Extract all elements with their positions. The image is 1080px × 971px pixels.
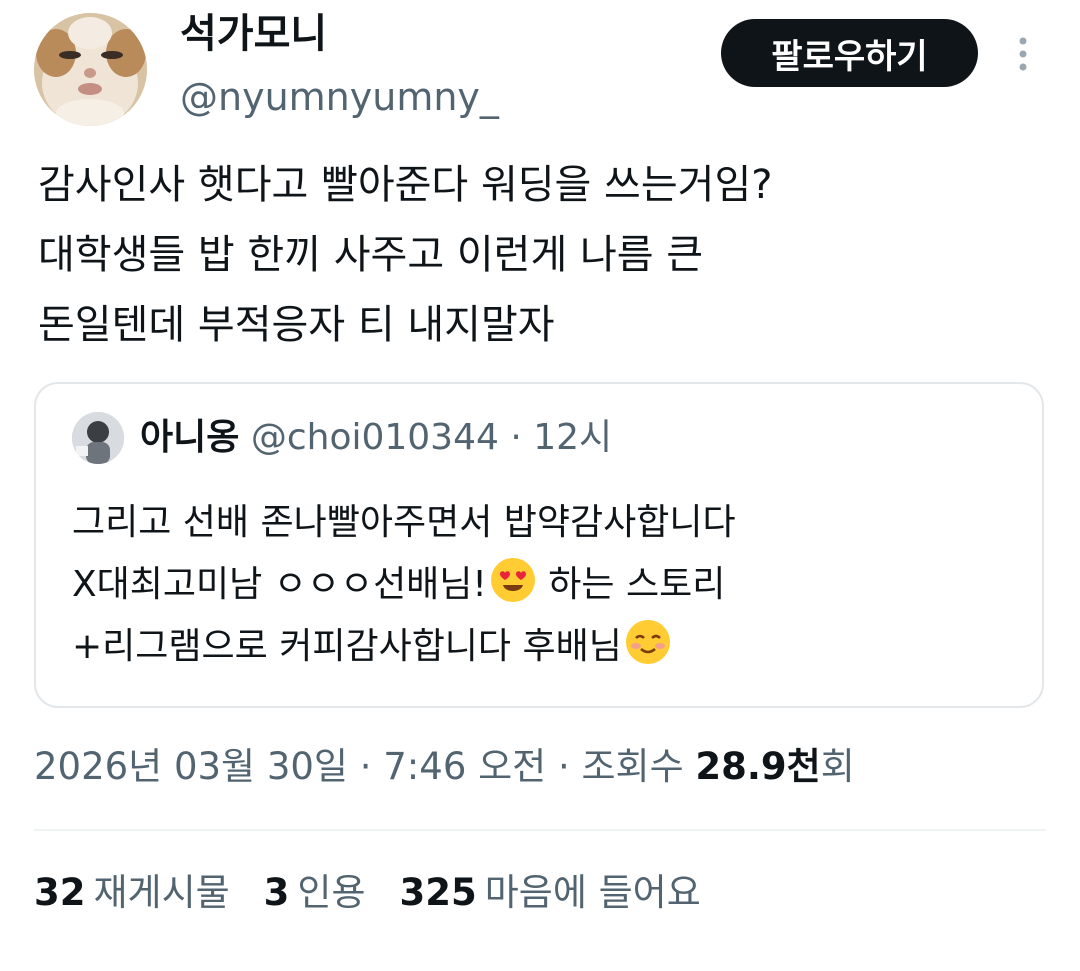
quotes-stat[interactable]: 3 인용 xyxy=(264,871,366,914)
views-label: 조회수 xyxy=(581,745,696,788)
views-suffix: 회 xyxy=(820,745,855,788)
tweet-line: 감사인사 햇다고 빨아준다 워딩을 쓰는거임? xyxy=(38,162,773,208)
quote-handle[interactable]: @choi010344 xyxy=(251,417,499,458)
heart-eyes-emoji xyxy=(490,558,535,602)
tweet-text: 감사인사 햇다고 빨아준다 워딩을 쓰는거임? 대학생들 밥 한끼 사주고 이런… xyxy=(38,150,1058,360)
quote-line-text: +리그램으로 커피감사합니다 후배님 xyxy=(72,626,622,667)
follow-button[interactable]: 팔로우하기 xyxy=(721,19,978,87)
quote-time[interactable]: 12시 xyxy=(533,417,612,458)
divider xyxy=(34,829,1046,831)
engagement-stats: 32 재게시물 3 인용 325 마음에 들어요 xyxy=(34,864,701,922)
likes-stat[interactable]: 325 마음에 들어요 xyxy=(400,871,701,914)
author-avatar[interactable] xyxy=(34,13,147,126)
quote-text: 그리고 선배 존나빨아주면서 밥약감사합니다 X대최고미남 ㅇㅇㅇ선배님! 하는… xyxy=(72,492,736,678)
more-options-icon[interactable] xyxy=(1006,33,1040,75)
author-display-name[interactable]: 석가모니 xyxy=(180,6,327,62)
quote-line: +리그램으로 커피감사합니다 후배님 xyxy=(72,616,736,678)
meta-separator: · xyxy=(347,745,384,788)
tweet-line: 대학생들 밥 한끼 사주고 이런게 나름 큰 xyxy=(38,232,704,278)
quote-line-tail: 하는 스토리 xyxy=(536,564,726,605)
tweet-meta: 2026년 03월 30일 · 7:46 오전 · 조회수 28.9천회 xyxy=(34,738,855,796)
smiling-blush-emoji xyxy=(625,620,670,664)
quote-avatar[interactable] xyxy=(72,412,124,464)
tweet-line: 돈일텐데 부적응자 티 내지말자 xyxy=(38,302,555,348)
quote-display-name[interactable]: 아니옹 xyxy=(140,417,239,458)
quotes-label: 인용 xyxy=(297,871,366,914)
quotes-count: 3 xyxy=(263,871,290,914)
avatar-image xyxy=(34,13,147,126)
quote-line: X대최고미남 ㅇㅇㅇ선배님! 하는 스토리 xyxy=(72,554,736,616)
retweets-stat[interactable]: 32 재게시물 xyxy=(34,871,230,914)
quote-separator: · xyxy=(510,417,522,458)
meta-separator: · xyxy=(546,745,582,788)
retweets-count: 32 xyxy=(34,871,86,914)
likes-count: 325 xyxy=(399,871,477,914)
quote-header: 아니옹 @choi010344 · 12시 xyxy=(140,412,612,464)
quote-avatar-image xyxy=(72,412,124,464)
quote-line-text: X대최고미남 ㅇㅇㅇ선배님! xyxy=(72,564,487,605)
tweet-time[interactable]: 7:46 오전 xyxy=(383,745,546,788)
views-value: 28.9천 xyxy=(695,745,821,788)
retweets-label: 재게시물 xyxy=(93,871,230,914)
tweet-date[interactable]: 2026년 03월 30일 xyxy=(34,745,348,788)
likes-label: 마음에 들어요 xyxy=(484,871,701,914)
author-handle[interactable]: @nyumnyumny_ xyxy=(180,72,499,122)
quote-line: 그리고 선배 존나빨아주면서 밥약감사합니다 xyxy=(72,502,736,543)
quoted-tweet[interactable]: 아니옹 @choi010344 · 12시 그리고 선배 존나빨아주면서 밥약감… xyxy=(34,382,1044,708)
